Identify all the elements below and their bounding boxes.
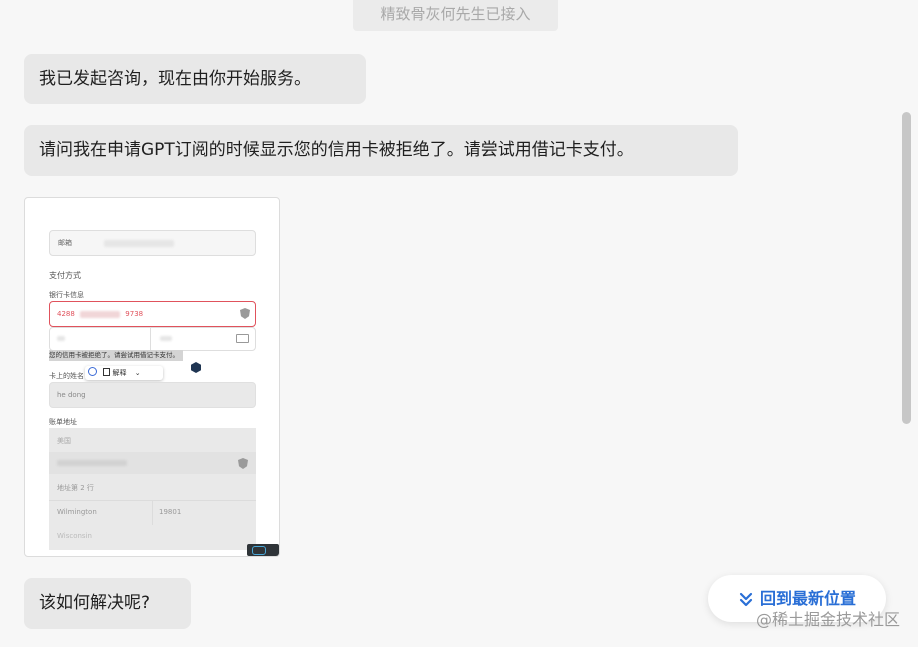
sc-toolbar-label: 解释 (112, 369, 127, 377)
sc-expiry-cvc-field (49, 327, 256, 351)
sc-state-value: Wisconsin (57, 532, 92, 540)
sc-error-text: 您的信用卡被拒绝了。请尝试用借记卡支付。 (49, 350, 183, 361)
scrollbar-thumb[interactable] (902, 112, 911, 424)
sc-email-label: 邮箱 (58, 239, 72, 247)
shield-icon (240, 308, 250, 319)
link-icon (252, 546, 266, 555)
sc-bank-card-label: 银行卡信息 (49, 291, 84, 299)
chat-message: 我已发起咨询，现在由你开始服务。 (24, 54, 366, 104)
scrollbar[interactable] (900, 112, 912, 424)
sc-billing-label: 账单地址 (49, 418, 77, 426)
doc-icon (103, 368, 111, 376)
card-icon (236, 334, 249, 343)
sc-card-prefix: 4288 (57, 310, 75, 318)
hex-logo-icon (191, 362, 201, 373)
system-note: 精致骨灰何先生已接入 (353, 0, 558, 31)
sc-cardholder-label: 卡上的姓名 (49, 372, 84, 380)
sc-city-value: Wilmington (57, 508, 97, 516)
sc-cardholder-value: he dong (57, 391, 86, 399)
watermark: @稀土掘金技术社区 (755, 610, 900, 629)
sc-payment-method-label: 支付方式 (49, 271, 81, 280)
sc-billing-block: 美国 地址第 2 行 Wilmington 19801 Wisconsin (49, 428, 256, 550)
sc-email-field: 邮箱 (49, 230, 256, 256)
sc-address2: 地址第 2 行 (57, 484, 94, 492)
sc-translate-toolbar: 解释 ⌄ (85, 366, 163, 380)
chat-message: 请问我在申请GPT订阅的时候显示您的信用卡被拒绝了。请尝试用借记卡支付。 (24, 125, 738, 176)
shield-icon (238, 458, 248, 469)
sc-overlay-badge (247, 544, 279, 556)
screenshot-attachment[interactable]: 邮箱 支付方式 银行卡信息 4288 9738 您的信用卡被拒绝了。请尝试用借记… (24, 197, 280, 557)
chevron-down-icon: ⌄ (134, 369, 141, 377)
translate-icon (88, 367, 97, 376)
sc-country-value: 美国 (57, 437, 71, 445)
sc-cardholder-field: he dong (49, 382, 256, 408)
double-chevron-down-icon (739, 592, 753, 606)
chat-message: 该如何解决呢? (24, 578, 191, 629)
sc-card-suffix: 9738 (125, 310, 144, 318)
sc-zip-value: 19801 (159, 508, 182, 516)
sc-card-number-field: 4288 9738 (49, 301, 256, 327)
